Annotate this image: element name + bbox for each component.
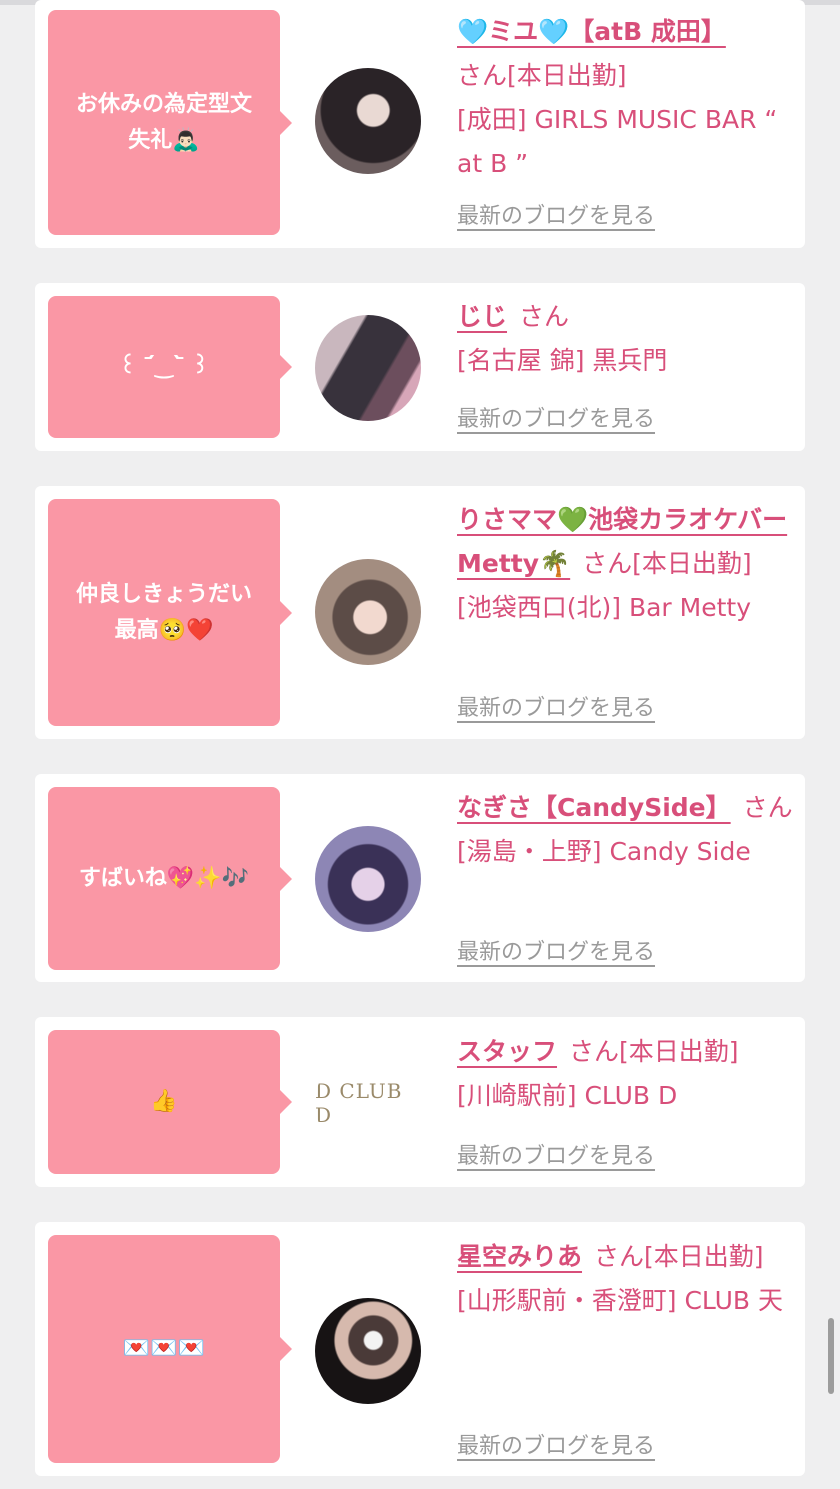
entry-info: なぎさ【CandySide】 さん [湯島・上野] Candy Side — [457, 786, 797, 874]
name-suffix: さん[本日出勤] — [569, 1037, 739, 1066]
shop-name: [川崎駅前] CLUB D — [457, 1081, 678, 1110]
comment-bubble: 💌💌💌 — [48, 1235, 292, 1463]
comment-text: お休みの為定型文 — [75, 91, 252, 117]
comment-bubble: 👍 — [48, 1030, 292, 1174]
latest-blog-link[interactable]: 最新のブログを見る — [457, 198, 655, 230]
comment-text: すばいね💖✨🎶 — [78, 865, 250, 891]
avatar[interactable] — [315, 1298, 421, 1404]
comment-text: 👍 — [150, 1089, 178, 1114]
comment-text: 💌💌💌 — [122, 1336, 206, 1361]
comment-bubble: ꒰ ˊ᷄‿ˋ᷅ ꒱ — [48, 296, 292, 438]
latest-blog-link[interactable]: 最新のブログを見る — [457, 1428, 655, 1460]
cast-name-link[interactable]: じじ — [457, 302, 507, 331]
shop-name: [湯島・上野] Candy Side — [457, 837, 751, 866]
entry-info: 🩵ミユ🩵【atB 成田】 さん[本日出勤] [成田] GIRLS MUSIC B… — [457, 10, 797, 186]
vertical-scrollbar[interactable] — [828, 1318, 834, 1394]
comment-text: ꒰ ˊ᷄‿ˋ᷅ ꒱ — [119, 354, 209, 379]
shop-name: [成田] GIRLS MUSIC BAR “ at B ” — [457, 105, 778, 178]
shop-name: [名古屋 錦] 黒兵門 — [457, 346, 668, 375]
name-suffix: さん[本日出勤] — [457, 61, 627, 90]
avatar[interactable] — [315, 559, 421, 665]
comment-bubble: すばいね💖✨🎶 — [48, 787, 292, 970]
name-suffix: さん[本日出勤] — [582, 549, 752, 578]
shop-name: [池袋西口(北)] Bar Metty — [457, 593, 752, 622]
name-suffix: さん[本日出勤] — [594, 1242, 764, 1271]
cast-name-link[interactable]: なぎさ【CandySide】 — [457, 793, 731, 822]
cast-name-link[interactable]: 🩵ミユ🩵【atB 成田】 — [457, 17, 726, 46]
entry-info: りさママ💚池袋カラオケバーMetty🌴 さん[本日出勤] [池袋西口(北)] Ba… — [457, 498, 797, 630]
blog-entry-card[interactable]: お休みの為定型文 失礼🙇🏻‍♂️ 🩵ミユ🩵【atB 成田】 さん[本日出勤] [… — [35, 0, 805, 248]
avatar[interactable]: D CLUB D — [315, 1050, 421, 1156]
name-suffix: さん — [742, 793, 793, 822]
blog-entry-card[interactable]: 👍 D CLUB D スタッフ さん[本日出勤] [川崎駅前] CLUB D 最新… — [35, 1017, 805, 1187]
avatar[interactable] — [315, 68, 421, 174]
shop-name: [山形駅前・香澄町] CLUB 天 — [457, 1286, 783, 1315]
blog-entry-card[interactable]: ꒰ ˊ᷄‿ˋ᷅ ꒱ じじ さん [名古屋 錦] 黒兵門 最新のブログを見る — [35, 283, 805, 451]
blog-entry-card[interactable]: 💌💌💌 星空みりあ さん[本日出勤] [山形駅前・香澄町] CLUB 天 最新のブ… — [35, 1222, 805, 1476]
cast-name-link[interactable]: 星空みりあ — [457, 1242, 582, 1271]
club-d-logo: D CLUB D — [315, 1079, 403, 1127]
comment-text: 仲良しきょうだい — [75, 581, 252, 607]
name-suffix: さん — [519, 302, 570, 331]
comment-text: 失礼🙇🏻‍♂️ — [128, 127, 200, 153]
avatar[interactable] — [315, 826, 421, 932]
blog-entry-card[interactable]: すばいね💖✨🎶 なぎさ【CandySide】 さん [湯島・上野] Candy S… — [35, 774, 805, 982]
cast-name-link[interactable]: スタッフ — [457, 1037, 557, 1066]
comment-bubble: 仲良しきょうだい 最高🥺❤️ — [48, 499, 292, 726]
latest-blog-link[interactable]: 最新のブログを見る — [457, 934, 655, 966]
comment-bubble: お休みの為定型文 失礼🙇🏻‍♂️ — [48, 10, 292, 235]
blog-entry-card[interactable]: 仲良しきょうだい 最高🥺❤️ りさママ💚池袋カラオケバーMetty🌴 さん[本日出… — [35, 486, 805, 739]
entry-info: じじ さん [名古屋 錦] 黒兵門 — [457, 295, 797, 383]
entry-info: スタッフ さん[本日出勤] [川崎駅前] CLUB D — [457, 1030, 797, 1118]
latest-blog-link[interactable]: 最新のブログを見る — [457, 690, 655, 722]
latest-blog-link[interactable]: 最新のブログを見る — [457, 1138, 655, 1170]
latest-blog-link[interactable]: 最新のブログを見る — [457, 401, 655, 433]
entry-info: 星空みりあ さん[本日出勤] [山形駅前・香澄町] CLUB 天 — [457, 1235, 797, 1323]
comment-text: 最高🥺❤️ — [114, 617, 214, 643]
avatar[interactable] — [315, 315, 421, 421]
